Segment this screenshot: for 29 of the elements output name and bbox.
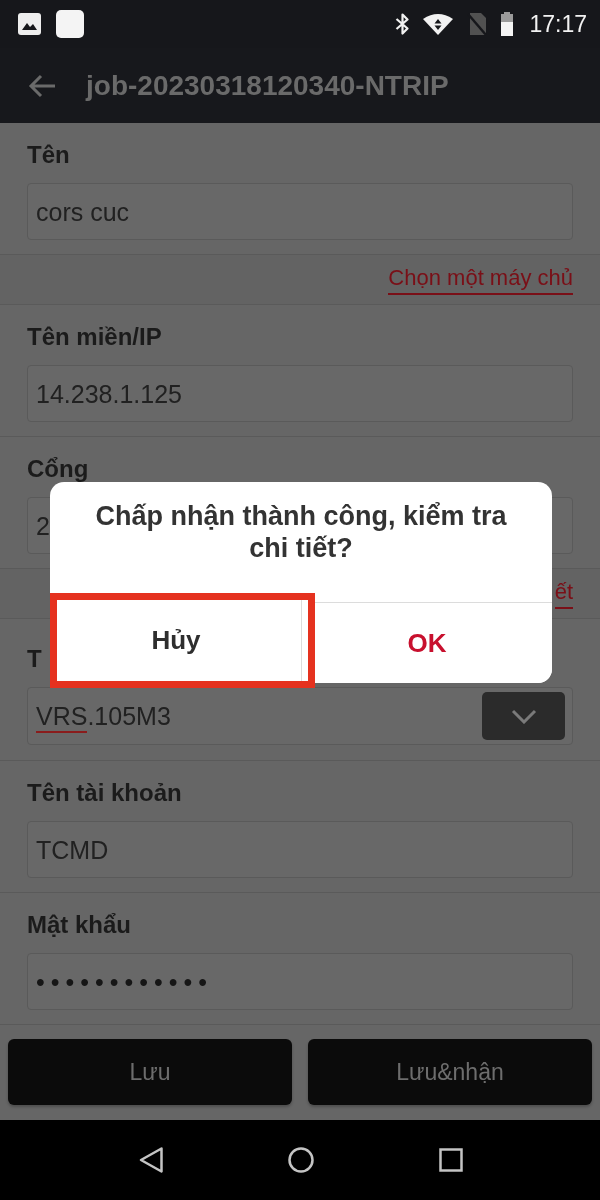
chevron-down-icon	[510, 708, 537, 724]
dropdown-field[interactable]: VRS.105M3	[27, 687, 573, 745]
back-arrow-icon[interactable]	[28, 73, 56, 98]
field-label: Cổng	[27, 457, 89, 481]
dialog-message: Chấp nhận thành công, kiểm tra chi tiết?	[94, 500, 508, 565]
text-field[interactable]: TCMD	[27, 821, 573, 878]
cancel-button[interactable]: Hủy	[50, 593, 315, 688]
save-button[interactable]: Lưu	[8, 1039, 292, 1105]
screen-title: job-20230318120340-NTRIP	[86, 68, 449, 103]
text-field[interactable]: cors cuc	[27, 183, 573, 240]
field-label: Tên tài khoản	[27, 781, 182, 805]
field-label: T	[27, 647, 42, 671]
square-icon	[56, 10, 84, 38]
square-icon[interactable]	[439, 1148, 463, 1172]
text-field[interactable]: 14.238.1.125	[27, 365, 573, 422]
circle-icon[interactable]	[288, 1147, 314, 1173]
wifi-icon	[423, 13, 454, 35]
save-button[interactable]: Lưu&nhận	[308, 1039, 592, 1105]
password-field[interactable]: ••••••••••••	[27, 953, 573, 1010]
battery-icon	[501, 12, 514, 36]
clock-time: 17:17	[529, 10, 587, 38]
triangle-icon[interactable]	[139, 1147, 163, 1173]
field-label: Tên miền/IP	[27, 325, 162, 349]
text-link[interactable]: Chọn một máy chủ	[388, 264, 573, 295]
field-label: Mật khẩu	[27, 913, 131, 937]
text-link[interactable]: ết	[554, 578, 573, 609]
field-label: Tên	[27, 143, 70, 167]
gallery-icon	[18, 13, 41, 35]
bluetooth-icon	[395, 13, 411, 35]
